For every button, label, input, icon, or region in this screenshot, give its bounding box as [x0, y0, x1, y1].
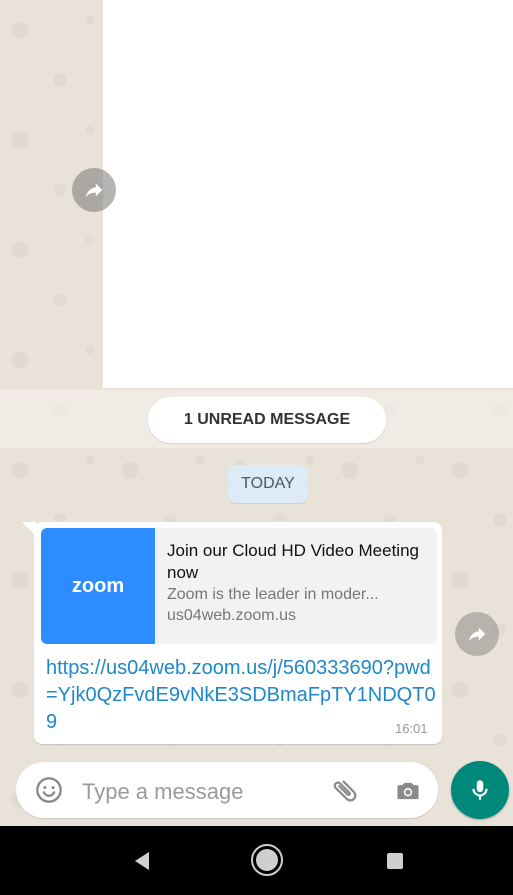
link-preview-text: Join our Cloud HD Video Meeting now Zoom…: [155, 528, 437, 644]
share-icon: [468, 627, 486, 642]
link-preview-title: Join our Cloud HD Video Meeting now: [167, 541, 419, 582]
home-icon[interactable]: [250, 843, 284, 877]
camera-icon: [397, 782, 419, 800]
link-preview-description: Zoom is the leader in moder...: [167, 586, 379, 603]
zoom-logo: zoom: [41, 528, 155, 644]
camera-button[interactable]: [393, 776, 423, 806]
microphone-icon: [472, 780, 488, 800]
message-link[interactable]: https://us04web.zoom.us/j/560333690?pwd=…: [46, 655, 436, 736]
voice-message-button[interactable]: [451, 761, 509, 819]
link-preview[interactable]: zoom Join our Cloud HD Video Meeting now…: [41, 528, 437, 644]
image-message[interactable]: [103, 0, 513, 388]
emoji-icon: [36, 777, 62, 803]
paperclip-icon: [333, 780, 357, 802]
message-time: 16:01: [395, 721, 428, 736]
attach-button[interactable]: [330, 776, 360, 806]
emoji-button[interactable]: [35, 776, 63, 804]
message-input[interactable]: [80, 772, 314, 812]
share-icon: [85, 183, 103, 198]
zoom-logo-text: zoom: [71, 574, 125, 597]
link-preview-domain: us04web.zoom.us: [167, 607, 296, 624]
forward-button-image[interactable]: [72, 168, 116, 212]
back-icon[interactable]: [130, 849, 154, 873]
forward-button-message[interactable]: [455, 612, 499, 656]
unread-label: 1 UNREAD MESSAGE: [148, 397, 386, 443]
recent-apps-icon[interactable]: [387, 853, 403, 869]
date-chip: TODAY: [228, 465, 308, 503]
